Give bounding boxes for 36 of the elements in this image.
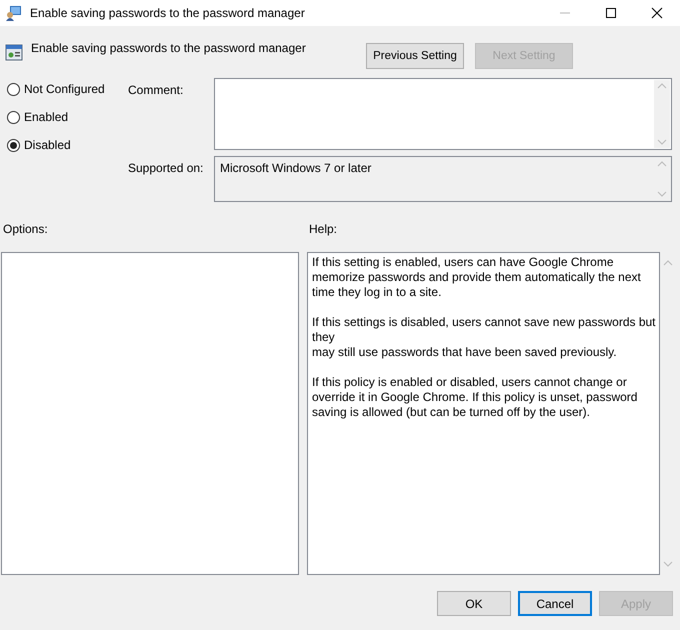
- help-text-line: If this policy is enabled or disabled, users cannot change or: [312, 375, 628, 390]
- comment-field[interactable]: [214, 78, 672, 150]
- help-text-line: memorize passwords and provide them automatically the next: [312, 270, 642, 285]
- dialog-button[interactable]: OK: [437, 591, 511, 616]
- scroll-up-icon: [657, 83, 667, 89]
- radio-option[interactable]: Disabled: [7, 137, 128, 153]
- radio-label: Enabled: [24, 110, 68, 124]
- help-text-line: they: [312, 330, 336, 345]
- radio-option[interactable]: Not Configured: [7, 81, 128, 97]
- section-label: Options:: [2, 222, 49, 238]
- window-title: Enable saving passwords to the password manager: [30, 6, 306, 20]
- nav-button[interactable]: Previous Setting: [366, 43, 464, 69]
- setting-title: Enable saving passwords to the password manager: [31, 41, 307, 55]
- policy-icon: [5, 43, 23, 61]
- scroll-up-icon: [663, 260, 673, 266]
- field-label: Comment:: [128, 82, 184, 99]
- scroll-down-icon: [657, 139, 667, 145]
- computer-icon: [6, 5, 22, 21]
- dialog-button[interactable]: Cancel: [518, 591, 592, 616]
- help-text-line: override it in Google Chrome. If this policy is unset, password: [312, 390, 638, 405]
- close-icon: [651, 7, 663, 19]
- field-label: Supported on:: [128, 160, 204, 177]
- section-label: Help:: [309, 222, 338, 238]
- radio-option[interactable]: Enabled: [7, 109, 128, 125]
- help-text-line: If this settings is disabled, users cannot save new passwords but: [312, 315, 655, 330]
- help-text-line: If this setting is enabled, users can have Google Chrome: [312, 255, 614, 270]
- scroll-down-icon: [663, 561, 673, 567]
- scroll-down-icon: [657, 191, 667, 197]
- help-text-line: saving is allowed (but can be turned off by the user).: [312, 405, 591, 420]
- help-text-line: may still use passwords that have been saved previously.: [312, 345, 618, 360]
- maximize-icon: [605, 7, 617, 19]
- scroll-up-icon: [657, 161, 667, 167]
- radio-label: Not Configured: [24, 82, 105, 96]
- help-text-line: time they log in to a site.: [312, 285, 442, 300]
- supported-on-field: Microsoft Windows 7 or later: [214, 156, 672, 202]
- radio-label: Disabled: [24, 138, 71, 152]
